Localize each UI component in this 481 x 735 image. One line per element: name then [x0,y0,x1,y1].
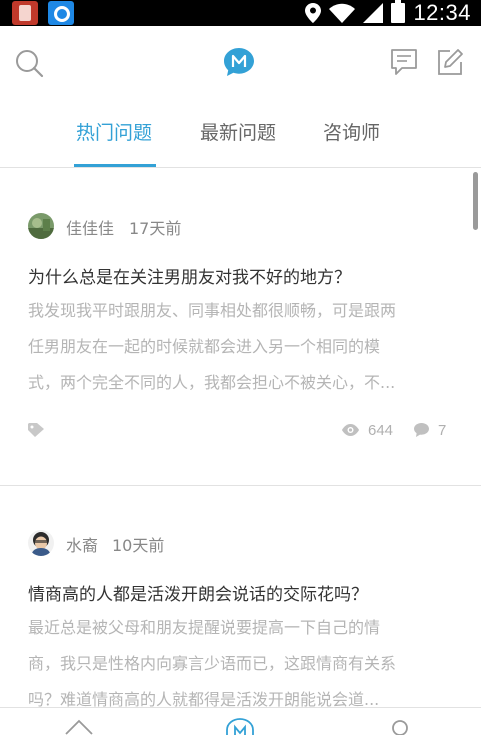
app-notification-icon-2 [48,1,74,25]
scrollbar[interactable] [473,172,478,230]
tab-latest-questions[interactable]: 最新问题 [200,118,276,145]
home-icon[interactable] [64,718,94,735]
message-icon[interactable] [390,48,418,76]
tab-hot-questions[interactable]: 热门问题 [76,118,152,145]
author-name[interactable]: 水裔 [66,532,98,556]
wifi-icon [329,3,356,23]
tab-bar: 热门问题 最新问题 咨询师 [0,100,481,168]
excerpt-line: 任男朋友在一起的时候就都会进入另一个相同的模 [28,337,381,356]
signal-icon [363,3,384,23]
battery-icon [391,0,406,23]
bottom-nav [0,707,481,735]
excerpt-line: 我发现我平时跟朋友、同事相处都很顺畅，可是跟两 [28,301,397,320]
question-title[interactable]: 为什么总是在关注男朋友对我不好的地方？ [28,263,351,288]
excerpt-line: 吗？难道情商高的人就都得是活泼开朗能说会道... [28,690,380,707]
post-time: 10天前 [112,536,165,555]
excerpt-line: 最近总是被父母和朋友提醒说要提高一下自己的情 [28,618,381,637]
comment-count: 7 [438,422,447,439]
logo-tab-icon[interactable] [226,718,254,735]
profile-icon[interactable] [390,718,410,735]
app-bar [0,26,481,100]
excerpt-line: 商，我只是性格内向寡言少语而已，这跟情商有关系 [28,654,397,673]
tag-icon[interactable] [28,423,44,437]
location-icon [305,3,322,23]
app-notification-icon [12,1,38,25]
question-excerpt[interactable]: 我发现我平时跟朋友、同事相处都很顺畅，可是跟两 任男朋友在一起的时候就都会进入另… [28,293,428,401]
edit-icon[interactable] [436,48,464,76]
status-time: 12:34 [413,0,471,25]
search-icon[interactable] [14,48,44,78]
eye-icon [342,424,359,436]
avatar[interactable] [28,530,54,556]
divider [0,485,481,486]
post-time: 17天前 [129,219,182,238]
tab-counselors[interactable]: 咨询师 [323,118,380,145]
logo-icon[interactable] [223,47,255,77]
avatar[interactable] [28,213,54,239]
status-bar: 12:34 [0,0,481,26]
question-feed[interactable]: 佳佳佳 17天前 为什么总是在关注男朋友对我不好的地方？ 我发现我平时跟朋友、同… [0,169,481,707]
question-excerpt[interactable]: 最近总是被父母和朋友提醒说要提高一下自己的情 商，我只是性格内向寡言少语而已，这… [28,610,428,707]
view-count: 644 [368,422,394,439]
author-name[interactable]: 佳佳佳 [66,215,114,239]
comment-icon[interactable] [414,423,429,437]
tab-indicator [74,164,156,167]
excerpt-line: 式，两个完全不同的人，我都会担心不被关心，不... [28,373,396,392]
question-title[interactable]: 情商高的人都是活泼开朗会说话的交际花吗？ [28,580,368,605]
